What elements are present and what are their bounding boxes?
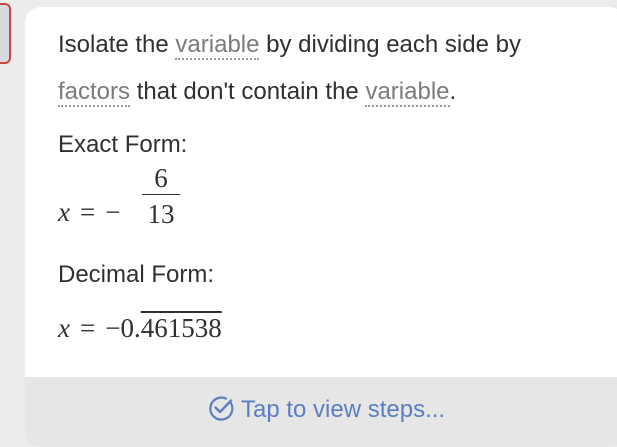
- equals-sign: =: [79, 197, 96, 227]
- term-link-variable[interactable]: variable: [175, 31, 260, 60]
- side-tab-marker[interactable]: [0, 3, 11, 64]
- check-circle-icon: [209, 396, 234, 421]
- exact-form-label: Exact Form:: [58, 131, 188, 158]
- decimal-prefix: −0.: [105, 313, 141, 343]
- solution-card: Isolate the variable by dividing each si…: [25, 7, 617, 447]
- term-link-variable[interactable]: variable: [365, 78, 450, 107]
- fraction-numerator: 6: [142, 162, 180, 195]
- fraction-denominator: 13: [147, 199, 175, 229]
- steps-footer[interactable]: Tap to view steps...: [25, 377, 617, 447]
- repeating-digits: 461538: [140, 313, 222, 343]
- instruction-part: .: [449, 78, 457, 105]
- exact-form-equation: x = − 6 13: [58, 163, 180, 229]
- instruction-text: Isolate the variable by dividing each si…: [58, 21, 598, 115]
- minus-sign: −: [105, 197, 121, 227]
- instruction-part: Isolate the: [58, 31, 176, 58]
- fraction: 6 13: [142, 162, 180, 229]
- equation-variable: x: [58, 197, 70, 227]
- instruction-part: by dividing each side by: [259, 31, 521, 58]
- decimal-form-equation: x = −0.461538: [58, 313, 222, 344]
- instruction-part: that don't contain the: [130, 78, 366, 105]
- equation-variable: x: [58, 313, 70, 343]
- term-link-factors[interactable]: factors: [58, 78, 131, 107]
- view-steps-button[interactable]: Tap to view steps...: [207, 394, 445, 424]
- decimal-form-label: Decimal Form:: [58, 261, 215, 288]
- view-steps-label: Tap to view steps...: [241, 396, 446, 423]
- equals-sign: =: [79, 313, 96, 343]
